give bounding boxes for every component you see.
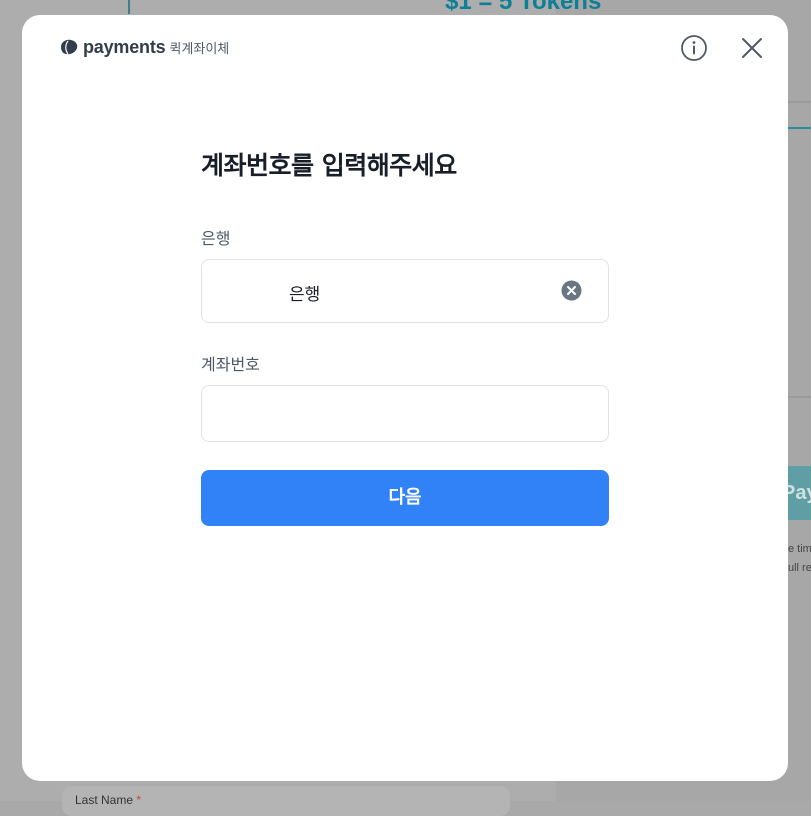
logo-brand: payments — [83, 36, 166, 57]
bank-value: 은행 — [289, 285, 321, 305]
bank-label: 은행 — [201, 229, 231, 248]
background-pay-button: Pay Now — [788, 466, 811, 520]
close-button[interactable] — [738, 34, 766, 62]
page-title: 계좌번호를 입력해주세요 — [201, 151, 457, 180]
info-circle-icon — [681, 35, 707, 61]
background-price-text: $1 = 5 Tokens — [445, 0, 602, 15]
logo-product: 퀵계좌이체 — [169, 41, 230, 57]
payments-logo: payments 퀵계좌이체 — [59, 37, 229, 57]
background-pay-button-label: Pay Now — [788, 482, 811, 504]
account-number-field — [201, 385, 609, 442]
background-last-name-text: Last Name — [75, 793, 134, 807]
background-divider — [788, 396, 811, 398]
next-button[interactable]: 다음 — [201, 470, 609, 526]
clear-circle-icon — [561, 280, 582, 301]
background-divider — [788, 101, 811, 103]
background-last-name-label: Last Name * — [75, 793, 141, 807]
account-number-label: 계좌번호 — [201, 355, 260, 374]
quick-transfer-modal: payments 퀵계좌이체 계좌번호를 입력해주세요 은행 은행 계좌번호 다… — [22, 15, 788, 781]
info-button[interactable] — [680, 34, 708, 62]
background-note-line: ull refund — [788, 562, 811, 574]
clear-bank-button[interactable] — [561, 280, 582, 301]
close-icon — [742, 38, 762, 58]
background-divider — [128, 0, 130, 14]
account-number-input[interactable] — [202, 386, 608, 441]
toss-logo-icon — [61, 39, 78, 55]
bank-select[interactable]: 은행 — [201, 259, 609, 323]
background-divider — [788, 127, 811, 129]
background-note-line: e time — [788, 543, 811, 555]
required-mark: * — [136, 793, 142, 807]
